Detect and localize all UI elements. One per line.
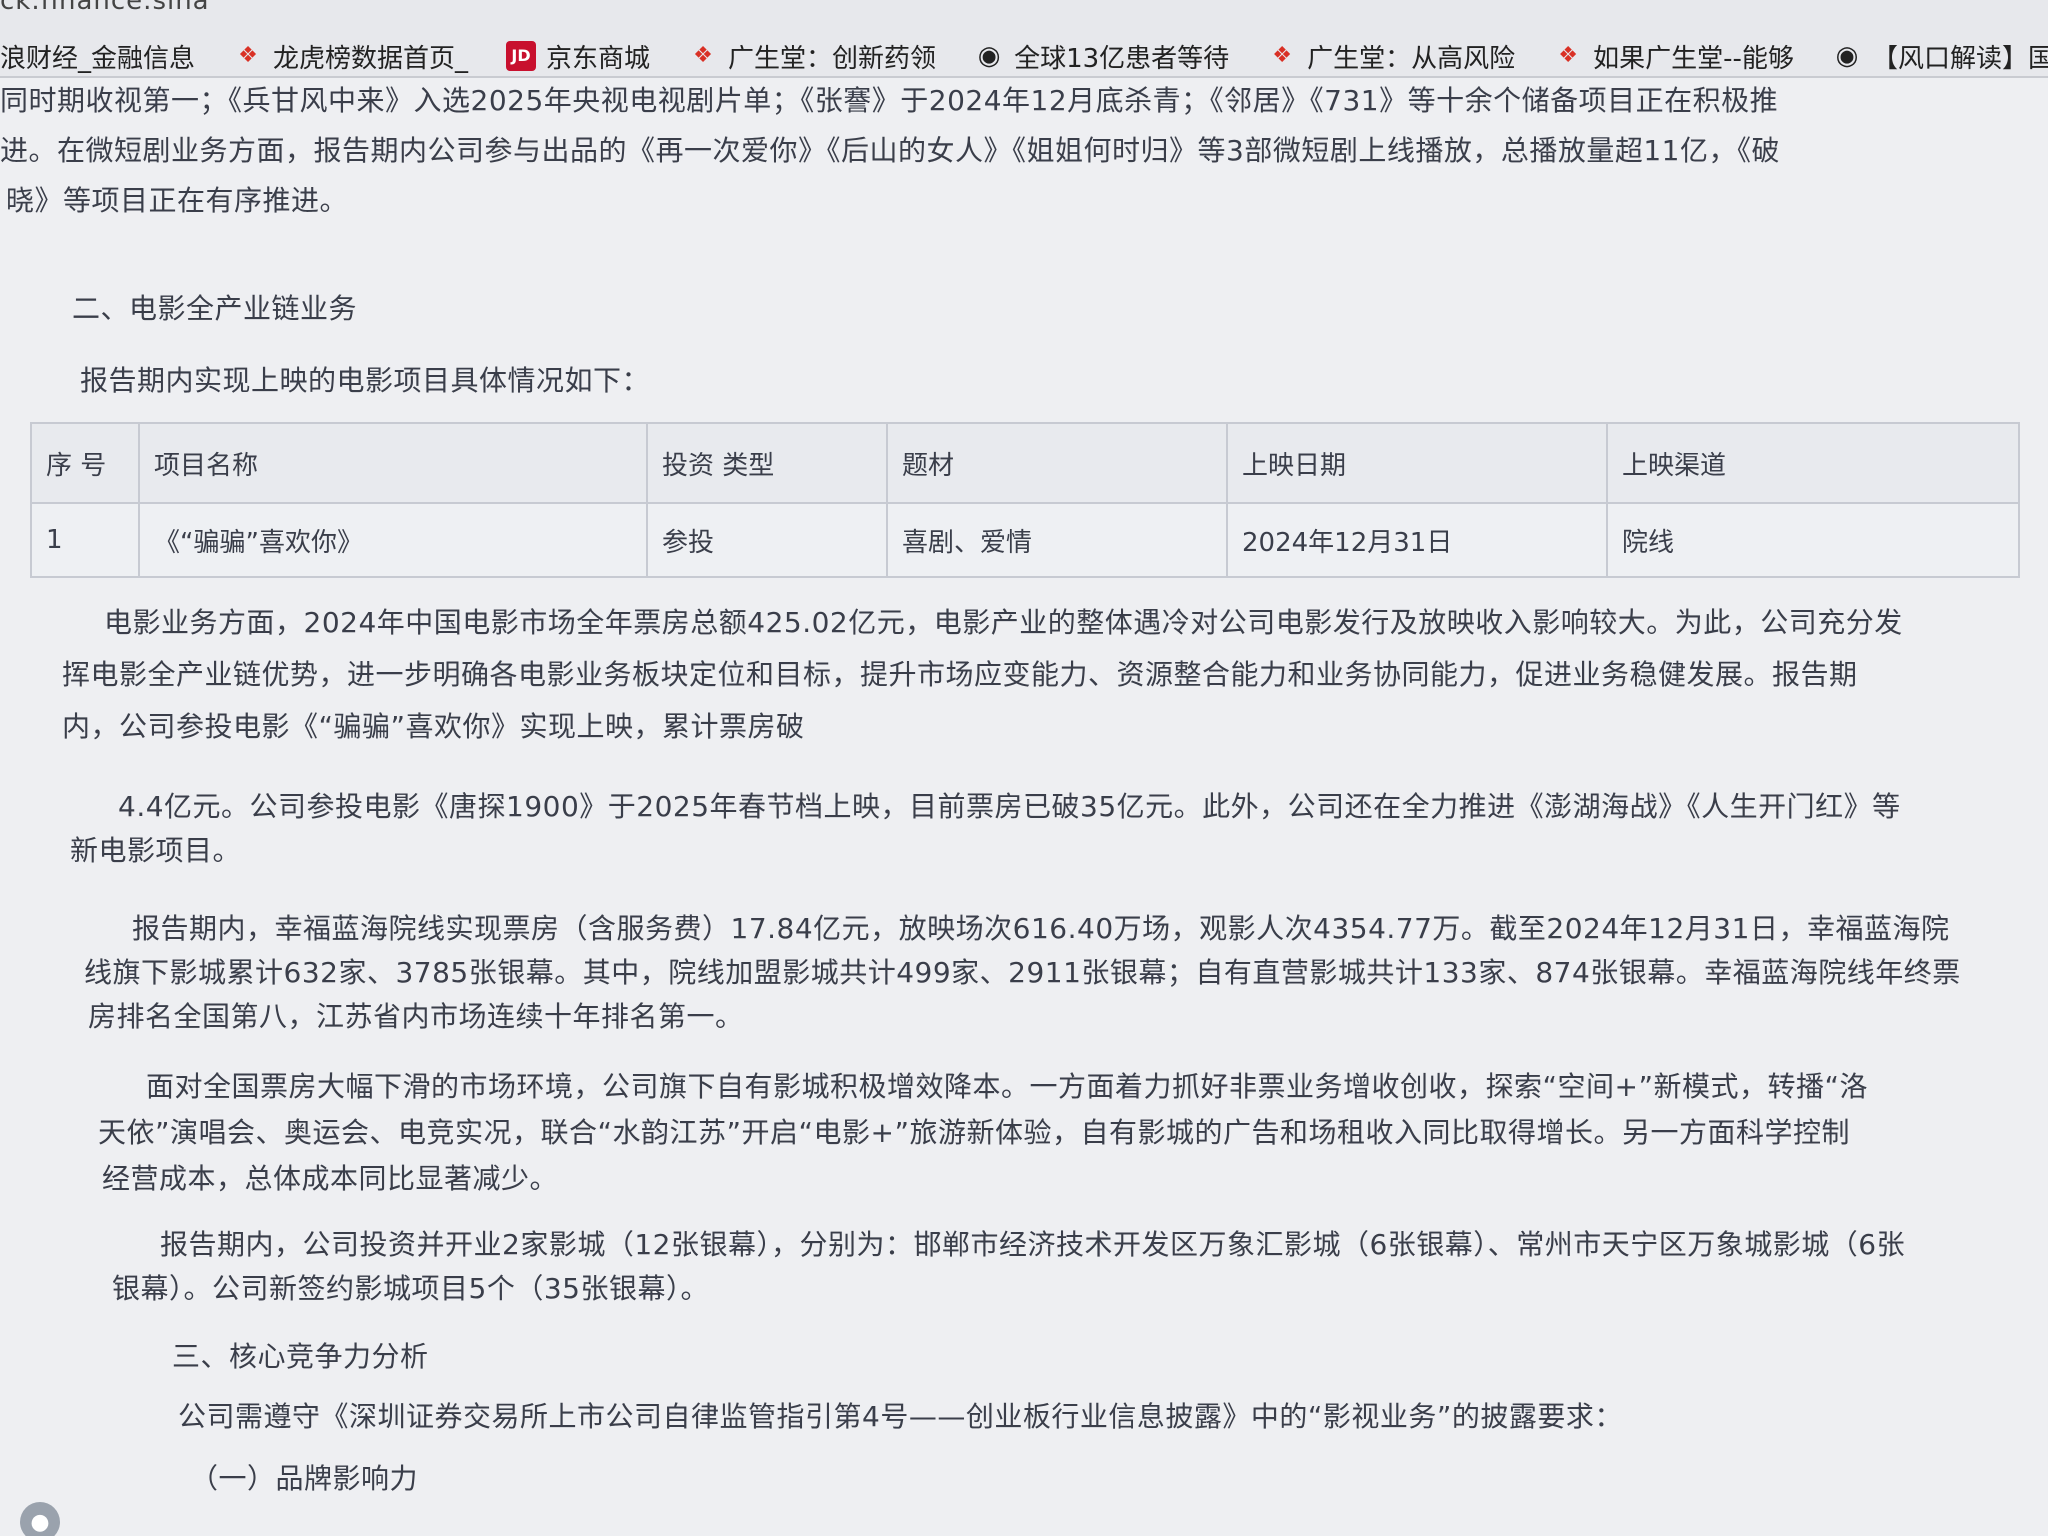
table-cell: 2024年12月31日 xyxy=(1226,502,1608,578)
paragraph-line: 报告期内，幸福蓝海院线实现票房（含服务费）17.84亿元，放映场次616.40万… xyxy=(132,912,1950,945)
table-cell: 参投 xyxy=(646,502,888,578)
weibo-icon: ◉ xyxy=(1835,41,1859,71)
bookmark-label: 全球13亿患者等待 xyxy=(1014,43,1230,74)
flame-icon: ❖ xyxy=(1272,43,1293,68)
flame-icon: ❖ xyxy=(238,43,258,68)
column-header: 题材 xyxy=(886,422,1228,504)
flame-icon: ❖ xyxy=(1558,43,1579,68)
bookmark-label: 京东商城 xyxy=(546,43,651,74)
text-line: 同时期收视第一；《兵甘风中来》入选2025年央视电视剧片单；《张謇》于2024年… xyxy=(0,84,1779,117)
column-header: 项目名称 xyxy=(138,422,648,504)
bookmark-gst-2[interactable]: ❖ 广生堂：从高风险 xyxy=(1267,38,1515,75)
paragraph-line: 公司需遵守《深圳证券交易所上市公司自律监管指引第4号——创业板行业信息披露》中的… xyxy=(178,1400,1623,1433)
table-cell: 院线 xyxy=(1606,502,2020,578)
document-page: 同时期收视第一；《兵甘风中来》入选2025年央视电视剧片单；《张謇》于2024年… xyxy=(0,78,2048,1536)
column-header: 序 号 xyxy=(30,422,140,504)
paragraph-line: 内，公司参投电影《“骗骗”喜欢你》实现上映，累计票房破 xyxy=(62,710,805,743)
paragraph-line: 报告期内，公司投资并开业2家影城（12张银幕），分别为：邯郸市经济技术开发区万象… xyxy=(160,1228,1906,1261)
bookmark-weibo-1[interactable]: ◉ 全球13亿患者等待 xyxy=(974,38,1229,75)
section-heading: 三、核心竞争力分析 xyxy=(172,1340,429,1373)
paragraph-line: 4.4亿元。公司参投电影《唐探1900》于2025年春节档上映，目前票房已破35… xyxy=(118,790,1901,823)
floating-chat-icon[interactable]: ● xyxy=(20,1502,60,1536)
paragraph-line: 面对全国票房大幅下滑的市场环境，公司旗下自有影城积极增效降本。一方面着力抓好非票… xyxy=(146,1070,1868,1103)
bookmark-label: 广生堂：创新药领 xyxy=(728,43,937,74)
bookmark-label: 【风口解读】国 xyxy=(1871,43,2048,74)
bookmark-weibo-2[interactable]: ◉ 【风口解读】国 xyxy=(1832,38,2048,75)
jd-logo-icon: JD xyxy=(506,41,537,71)
film-table: 序 号 项目名称 投资 类型 题材 上映日期 上映渠道 1 《“骗骗”喜欢你》 … xyxy=(30,422,2020,578)
table-cell: 喜剧、爱情 xyxy=(886,502,1228,578)
section-heading: 二、电影全产业链业务 xyxy=(72,292,358,325)
paragraph-line: 线旗下影城累计632家、3785张银幕。其中，院线加盟影城共计499家、2911… xyxy=(84,956,1961,989)
column-header: 上映日期 xyxy=(1226,422,1608,504)
bookmark-gst-1[interactable]: ❖ 广生堂：创新药领 xyxy=(688,38,936,75)
flame-icon: ❖ xyxy=(693,43,713,68)
paragraph-line: 电影业务方面，2024年中国电影市场全年票房总额425.02亿元，电影产业的整体… xyxy=(104,606,1903,639)
address-bar-fragment[interactable]: ck.finance.sina xyxy=(0,0,210,16)
weibo-icon: ◉ xyxy=(977,41,1001,71)
bookmark-label: 浪财经_金融信息 xyxy=(0,43,196,74)
table-intro: 报告期内实现上映的电影项目具体情况如下： xyxy=(80,364,651,397)
paragraph-line: 银幕）。公司新签约影城项目5个（35张银幕）。 xyxy=(112,1272,709,1305)
column-header: 投资 类型 xyxy=(646,422,888,504)
bookmarks-bar: ck.finance.sina 浪财经_金融信息 ❖ 龙虎榜数据首页_ JD 京… xyxy=(0,0,2048,78)
bookmark-jd[interactable]: JD 京东商城 xyxy=(506,38,650,75)
text-line: 进。在微短剧业务方面，报告期内公司参与出品的《再一次爱你》《后山的女人》《姐姐何… xyxy=(0,134,1780,167)
paragraph-line: 新电影项目。 xyxy=(70,834,242,867)
bookmark-label: 广生堂：从高风险 xyxy=(1307,43,1516,74)
paragraph-line: 挥电影全产业链优势，进一步明确各电影业务板块定位和目标，提升市场应变能力、资源整… xyxy=(62,658,1858,691)
table-cell: 1 xyxy=(30,502,140,578)
table-header-row: 序 号 项目名称 投资 类型 题材 上映日期 上映渠道 xyxy=(30,422,2020,504)
paragraph-line: 天依”演唱会、奥运会、电竞实况，联合“水韵江苏”开启“电影+”旅游新体验，自有影… xyxy=(98,1116,1850,1149)
bookmark-sina-finance[interactable]: 浪财经_金融信息 xyxy=(0,38,195,75)
bookmark-label: 如果广生堂--能够 xyxy=(1593,43,1794,74)
bookmark-gst-3[interactable]: ❖ 如果广生堂--能够 xyxy=(1553,38,1794,75)
paragraph-line: 经营成本，总体成本同比显著减少。 xyxy=(102,1162,559,1195)
table-row: 1 《“骗骗”喜欢你》 参投 喜剧、爱情 2024年12月31日 院线 xyxy=(30,502,2020,578)
column-header: 上映渠道 xyxy=(1606,422,2020,504)
table-cell: 《“骗骗”喜欢你》 xyxy=(138,502,648,578)
bookmark-list: 浪财经_金融信息 ❖ 龙虎榜数据首页_ JD 京东商城 ❖ 广生堂：创新药领 ◉… xyxy=(0,34,2048,76)
subsection-heading: （一）品牌影响力 xyxy=(190,1462,419,1495)
bookmark-label: 龙虎榜数据首页_ xyxy=(273,43,469,74)
text-line: 晓》等项目正在有序推进。 xyxy=(6,184,349,217)
paragraph-line: 房排名全国第八，江苏省内市场连续十年排名第一。 xyxy=(88,1000,744,1033)
bookmark-longhubang[interactable]: ❖ 龙虎榜数据首页_ xyxy=(233,38,468,75)
